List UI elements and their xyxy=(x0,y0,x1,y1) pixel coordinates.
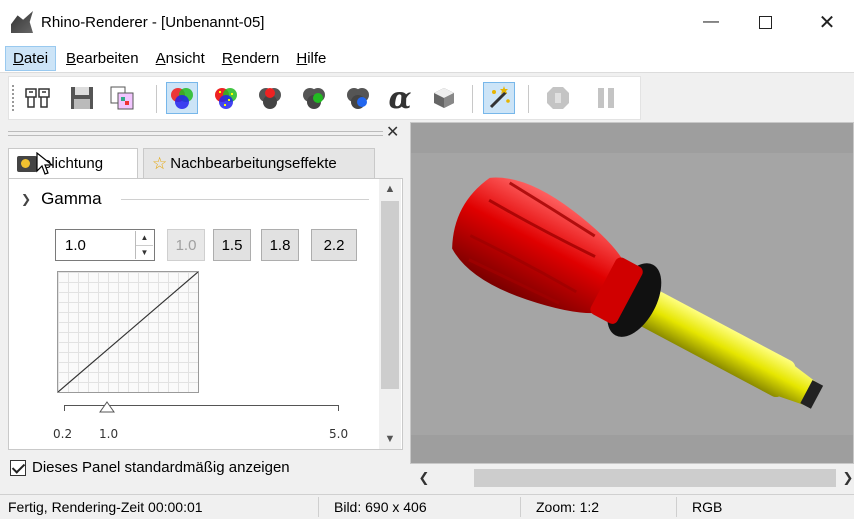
panel-close-button[interactable]: ✕ xyxy=(386,122,399,142)
scroll-up-icon[interactable]: ▲ xyxy=(379,179,401,199)
status-bar: Fertig, Rendering-Zeit 00:00:01 Bild: 69… xyxy=(0,494,854,519)
menu-rendern[interactable]: Rendern xyxy=(215,47,287,70)
gamma-preset-1-0[interactable]: 1.0 xyxy=(167,229,205,261)
gamma-section-header[interactable]: ❯ Gamma xyxy=(21,189,102,209)
gamma-preset-1-8[interactable]: 1.8 xyxy=(261,229,299,261)
menu-bar: Datei Bearbeiten Ansicht Rendern Hilfe xyxy=(0,44,854,72)
save-icon[interactable] xyxy=(66,82,98,114)
menu-hilfe[interactable]: Hilfe xyxy=(289,47,333,70)
magic-wand-icon[interactable] xyxy=(483,82,515,114)
status-color-mode: RGB xyxy=(692,499,723,515)
star-icon: ☆ xyxy=(152,153,168,173)
scroll-right-icon[interactable]: ❯ xyxy=(838,468,854,488)
screwdriver-render xyxy=(452,177,824,409)
show-panel-checkbox[interactable] xyxy=(10,459,26,476)
rgb-noise-icon[interactable] xyxy=(210,82,242,114)
title-bar: Rhino-Renderer - [Unbenannt-05] — ✕ xyxy=(0,0,854,44)
mouse-cursor-icon xyxy=(36,152,54,175)
minimize-button[interactable]: — xyxy=(684,0,738,44)
object-icon[interactable] xyxy=(428,82,460,114)
copy-icon[interactable] xyxy=(106,82,138,114)
pause-icon[interactable] xyxy=(590,82,622,114)
panel-scrollbar[interactable]: ▲ ▼ xyxy=(379,179,401,449)
menu-ansicht[interactable]: Ansicht xyxy=(149,47,212,70)
viewport-hscrollbar[interactable]: ❮ ❯ xyxy=(410,464,854,492)
hscroll-thumb[interactable] xyxy=(474,469,836,487)
tab-nachbearbeitungseffekte[interactable]: ☆ Nachbearbeitungseffekte xyxy=(143,148,375,178)
tab-belichtung[interactable]: elichtung xyxy=(8,148,138,178)
render-viewport[interactable] xyxy=(410,122,854,464)
panel-header: ✕ xyxy=(8,124,403,142)
rhino-app-icon xyxy=(11,11,33,33)
gamma-preset-2-2[interactable]: 2.2 xyxy=(311,229,357,261)
red-channel-icon[interactable] xyxy=(254,82,286,114)
toolbar: α xyxy=(0,72,854,122)
tab-nachbearbeitungseffekte-label: Nachbearbeitungseffekte xyxy=(170,155,337,172)
show-panel-label: Dieses Panel standardmäßig anzeigen xyxy=(32,459,290,476)
gamma-value[interactable]: 1.0 xyxy=(65,237,86,254)
stepper-up-icon[interactable]: ▲ xyxy=(136,231,153,246)
green-channel-icon[interactable] xyxy=(298,82,330,114)
show-panel-by-default-row[interactable]: Dieses Panel standardmäßig anzeigen xyxy=(10,459,290,476)
status-image-size: Bild: 690 x 406 xyxy=(334,499,427,515)
slider-max-label: 5.0 xyxy=(329,427,349,441)
slider-min-label: 0.2 xyxy=(53,427,73,441)
status-message: Fertig, Rendering-Zeit 00:00:01 xyxy=(8,499,203,515)
maximize-icon xyxy=(758,15,772,29)
gamma-curve-line xyxy=(58,272,198,392)
stepper-down-icon[interactable]: ▼ xyxy=(136,246,153,260)
panel-content: ❯ Gamma 1.0 ▲ ▼ 1.0 1.5 1.8 2.2 0.2 1.0 … xyxy=(8,178,403,450)
blue-channel-icon[interactable] xyxy=(342,82,374,114)
status-zoom: Zoom: 1:2 xyxy=(536,499,600,515)
scroll-left-icon[interactable]: ❮ xyxy=(414,468,434,488)
menu-datei[interactable]: Datei xyxy=(5,45,57,71)
exposure-panel: ✕ elichtung ☆ Nachbearbeitungseffekte ❯ … xyxy=(0,122,410,492)
alpha-channel-icon[interactable]: α xyxy=(384,81,416,116)
window-title: Rhino-Renderer - [Unbenannt-05] xyxy=(41,13,265,31)
maximize-button[interactable] xyxy=(738,0,792,44)
toolbar-grip[interactable] xyxy=(12,85,15,111)
slider-current-label: 1.0 xyxy=(99,427,119,441)
scroll-down-icon[interactable]: ▼ xyxy=(379,429,401,449)
gamma-title: Gamma xyxy=(41,189,102,208)
gamma-curve-graph xyxy=(57,271,199,393)
gamma-preset-1-5[interactable]: 1.5 xyxy=(213,229,251,261)
gamma-value-stepper[interactable]: 1.0 ▲ ▼ xyxy=(55,229,155,261)
rgb-channels-icon[interactable] xyxy=(166,82,198,114)
clone-icon[interactable] xyxy=(22,82,54,114)
camera-icon xyxy=(17,155,37,172)
chevron-down-icon: ❯ xyxy=(21,192,32,206)
stop-icon[interactable] xyxy=(542,82,574,114)
menu-bearbeiten[interactable]: Bearbeiten xyxy=(59,47,146,70)
close-button[interactable]: ✕ xyxy=(800,0,854,44)
scrollbar-thumb[interactable] xyxy=(381,201,399,389)
gamma-slider-thumb[interactable] xyxy=(99,401,115,413)
panel-drag-handle[interactable] xyxy=(8,131,383,136)
